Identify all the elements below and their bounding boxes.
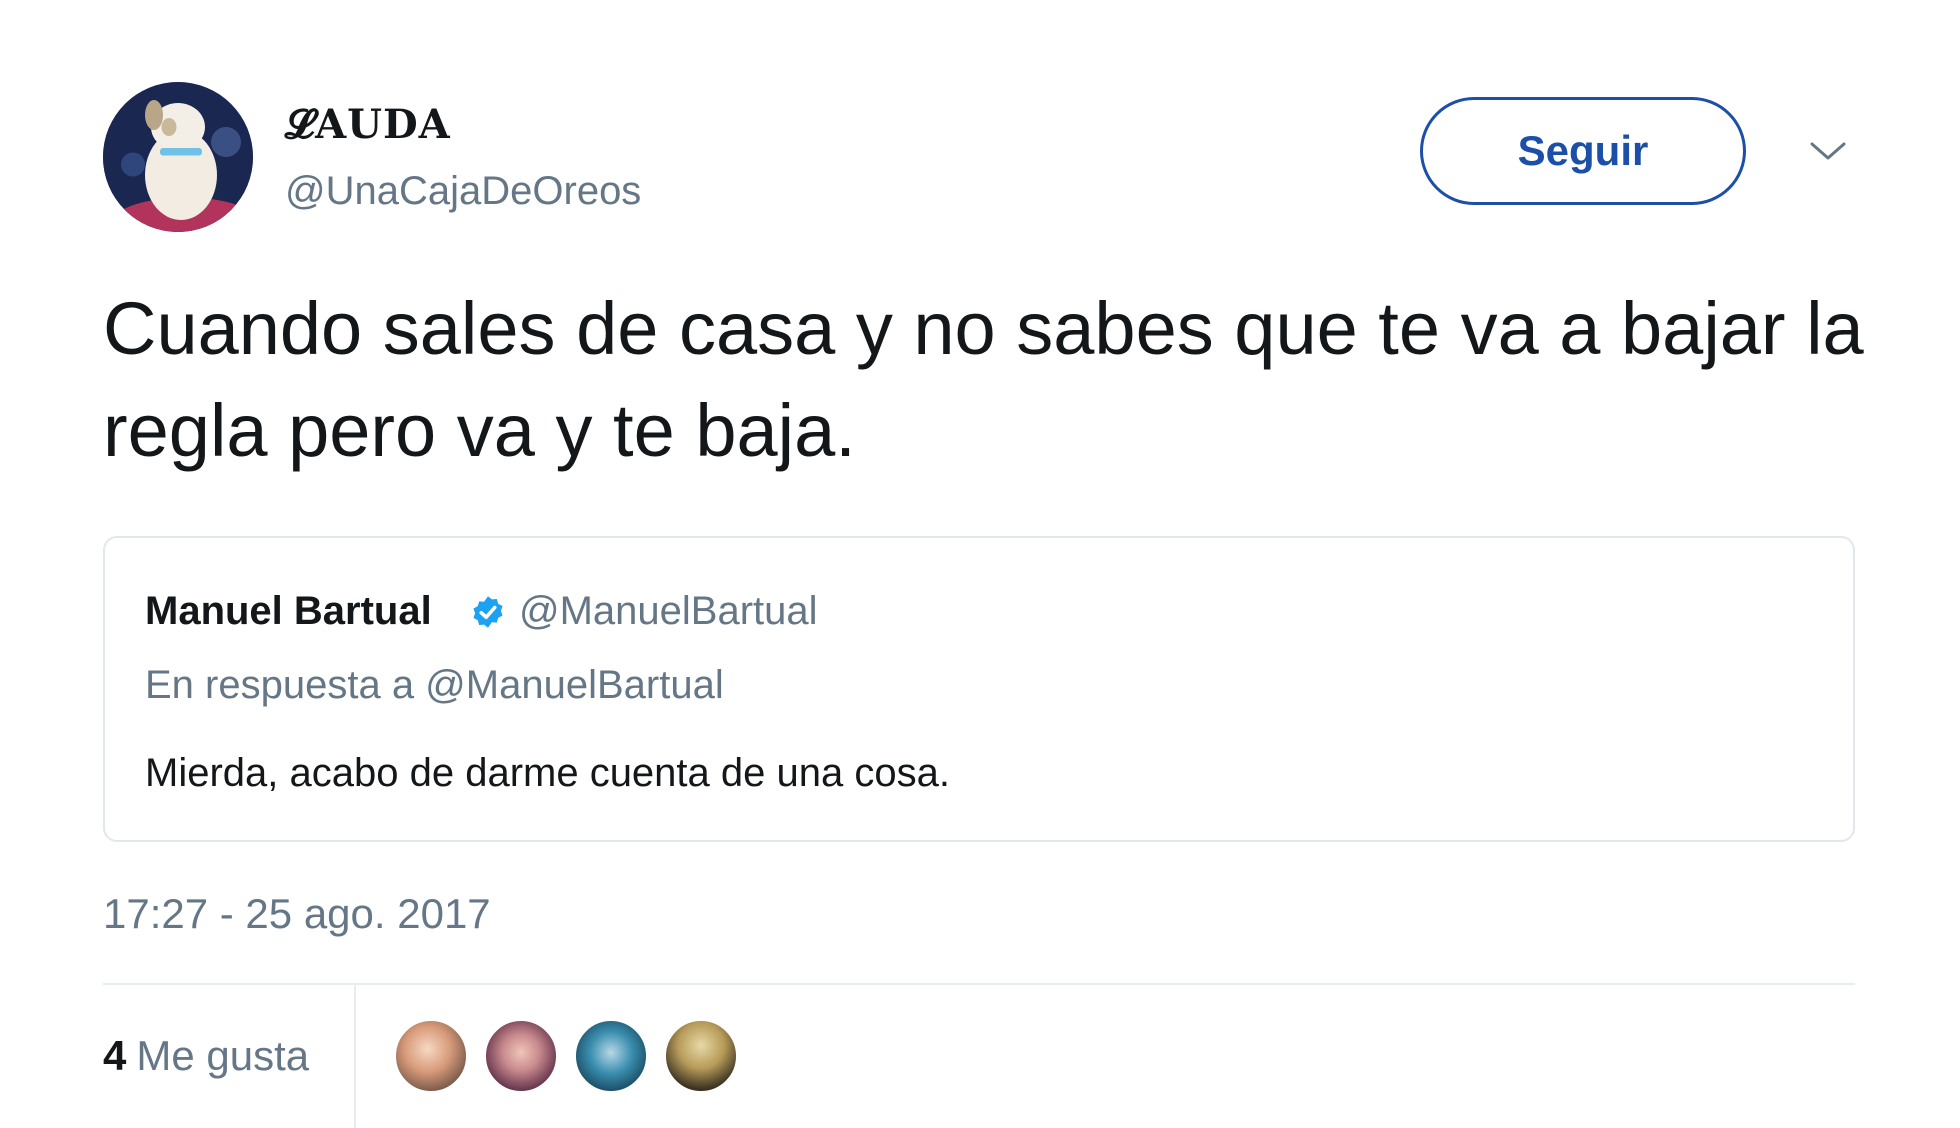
reply-context: En respuesta a @ManuelBartual (145, 663, 724, 707)
author-handle[interactable]: @UnaCajaDeOreos (285, 166, 641, 216)
likes-count[interactable]: 4 Me gusta (103, 1030, 309, 1082)
chevron-down-icon[interactable] (1808, 136, 1848, 166)
liker-avatar[interactable] (483, 1018, 559, 1094)
author-avatar[interactable] (103, 82, 253, 232)
tweet-card: 𝓛AUDA @UnaCajaDeOreos Seguir Cuando sale… (0, 0, 1960, 1128)
vertical-divider (354, 985, 356, 1128)
likes-label: Me gusta (136, 1032, 310, 1079)
quoted-author-handle[interactable]: @ManuelBartual (519, 586, 818, 636)
tweet-text: Cuando sales de casa y no sabes que te v… (103, 287, 1864, 472)
quoted-tweet[interactable]: Manuel Bartual @ManuelBartual En respues… (103, 536, 1855, 842)
avatar-image (103, 82, 253, 232)
liker-avatar[interactable] (393, 1018, 469, 1094)
liker-avatar[interactable] (573, 1018, 649, 1094)
quoted-tweet-text: Mierda, acabo de darme cuenta de una cos… (145, 751, 950, 795)
quoted-author-name[interactable]: Manuel Bartual (145, 586, 432, 636)
verified-badge-icon (473, 596, 503, 628)
author-display-name[interactable]: 𝓛AUDA (285, 100, 451, 150)
tweet-timestamp[interactable]: 17:27 - 25 ago. 2017 (103, 888, 491, 940)
divider (103, 983, 1855, 985)
likes-number: 4 (103, 1032, 127, 1079)
follow-button[interactable]: Seguir (1420, 97, 1746, 205)
liker-avatar[interactable] (663, 1018, 739, 1094)
